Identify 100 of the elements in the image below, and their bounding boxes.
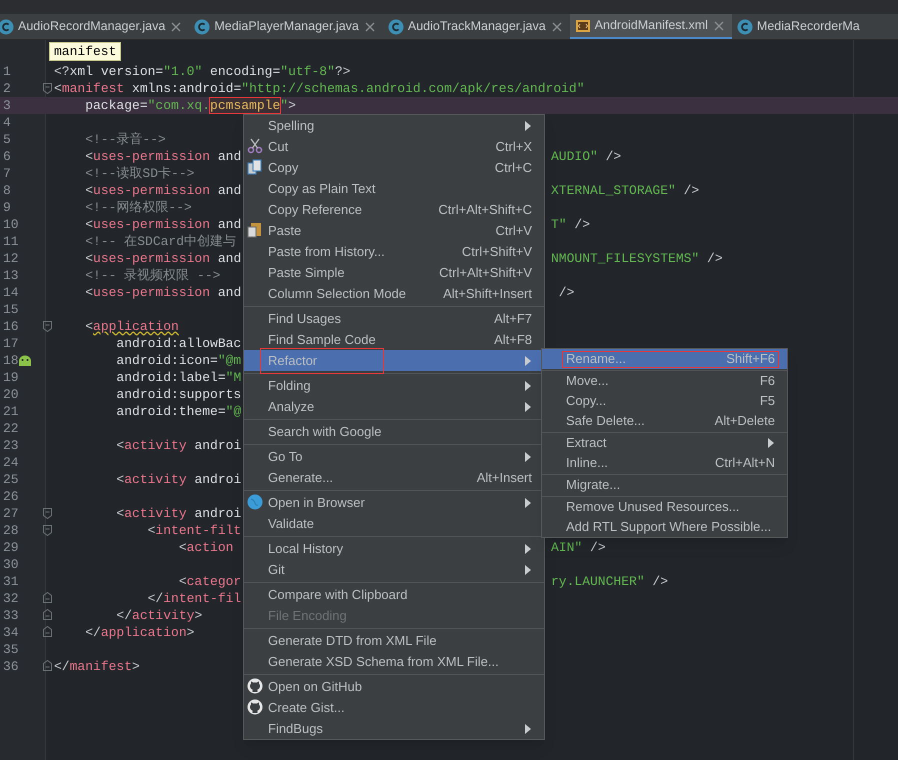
code-line: <application (84, 318, 179, 336)
line-number: 16 (2, 318, 19, 336)
paste-icon (247, 222, 263, 238)
code-line: android:theme="@ (115, 402, 242, 421)
submenu-arrow-icon (525, 498, 531, 508)
menu-item[interactable]: Find Sample Code Alt+F8 (244, 329, 544, 350)
menu-item[interactable]: Open on GitHub (244, 676, 544, 697)
close-icon (714, 20, 724, 30)
menu-item[interactable]: Column Selection Mode Alt+Shift+Insert (244, 283, 544, 304)
menu-item[interactable]: Create Gist... (244, 697, 544, 718)
close-icon (552, 22, 562, 32)
editor-tab[interactable]: MediaPlayerManager.java (189, 14, 383, 39)
code-line: <activity androi (115, 504, 242, 523)
code-line: <activity androi (115, 436, 242, 455)
line-number: 21 (2, 402, 19, 421)
line-number: 24 (2, 454, 19, 472)
code-fragment: NMOUNT_FILESYSTEMS" /> (551, 250, 723, 268)
code-line: <categor (178, 572, 242, 591)
tooltip: manifest (49, 42, 122, 61)
menu-item[interactable]: Paste Simple Ctrl+Alt+Shift+V (244, 262, 544, 283)
fold-icon (43, 525, 52, 536)
menu-item[interactable]: Spelling (244, 115, 544, 136)
line-number: 20 (2, 386, 19, 404)
menu-item[interactable]: Paste from History... Ctrl+Shift+V (244, 241, 544, 262)
line-number: 35 (2, 640, 19, 659)
code-line: <?xml version="1.0" encoding="utf-8"?> (54, 62, 350, 81)
menu-item[interactable]: Local History (244, 538, 544, 559)
menu-item[interactable]: Find Usages Alt+F7 (244, 308, 544, 329)
line-number: 32 (2, 590, 19, 608)
line-number: 27 (2, 504, 19, 523)
menu-item[interactable]: Copy Reference Ctrl+Alt+Shift+C (244, 199, 544, 220)
menu-item[interactable]: Copy as Plain Text (244, 178, 544, 199)
code-fragment: T" /> (551, 216, 590, 234)
code-line: <uses-permission and (84, 284, 242, 302)
line-number: 1 (2, 62, 11, 81)
fold-icon (43, 508, 52, 519)
code-line: package="com.xq.pcmsample"> (84, 96, 296, 115)
submenu-arrow-icon (525, 724, 531, 734)
line-number: 9 (2, 198, 11, 217)
editor-tab[interactable]: MediaRecorderMa (732, 14, 868, 39)
menu-item[interactable]: Extract (542, 433, 787, 453)
menu-item[interactable]: Copy Ctrl+C (244, 157, 544, 178)
code-fragment: AUDIO" /> (551, 148, 622, 166)
line-number: 10 (2, 216, 19, 234)
fold-icon (43, 626, 52, 637)
submenu-arrow-icon (525, 564, 531, 574)
xml-file-icon (574, 18, 591, 34)
class-icon (194, 18, 210, 34)
menu-item[interactable]: Validate (244, 513, 544, 534)
fold-icon (43, 83, 52, 94)
menu-item[interactable]: Move... F6 (542, 371, 787, 391)
menu-item[interactable]: Safe Delete... Alt+Delete (542, 411, 787, 431)
editor-tab[interactable]: AndroidManifest.xml (570, 14, 732, 39)
code-line: <action (178, 538, 234, 557)
code-line: <uses-permission and (84, 148, 242, 166)
menu-item[interactable]: Search with Google (244, 421, 544, 442)
menu-item[interactable]: Inline... Ctrl+Alt+N (542, 453, 787, 473)
line-number: 13 (2, 266, 19, 285)
menu-item[interactable]: Analyze (244, 396, 544, 417)
menu-item[interactable]: Cut Ctrl+X (244, 136, 544, 157)
line-number: 28 (2, 522, 19, 540)
line-number: 19 (2, 368, 19, 387)
editor-tab[interactable]: AudioRecordManager.java (0, 14, 190, 39)
code-line: android:label="M (115, 368, 242, 387)
menu-item[interactable]: Paste Ctrl+V (244, 220, 544, 241)
menu-item[interactable]: Add RTL Support Where Possible... (542, 517, 787, 537)
close-icon (171, 22, 182, 32)
code-line: <manifest xmlns:android="http://schemas.android.com/apk/res/android" (54, 80, 585, 98)
menu-item[interactable]: Generate DTD from XML File (244, 630, 544, 651)
code-line: <uses-permission and (84, 250, 242, 268)
menu-item[interactable]: Migrate... (542, 475, 787, 495)
code-line: <intent-filt (146, 522, 242, 540)
line-number: 7 (2, 164, 11, 183)
menu-item[interactable]: Folding (244, 375, 544, 396)
menu-item[interactable]: Generate XSD Schema from XML File... (244, 651, 544, 672)
line-number: 4 (2, 114, 11, 132)
menu-item[interactable]: FindBugs (244, 718, 544, 739)
code-line: android:icon="@m (115, 352, 242, 370)
submenu-arrow-icon (525, 544, 531, 554)
menu-item[interactable]: Remove Unused Resources... (542, 497, 787, 517)
menu-item[interactable]: Compare with Clipboard (244, 584, 544, 605)
copy-icon (247, 159, 263, 175)
menu-item[interactable]: Open in Browser (244, 492, 544, 513)
submenu-arrow-icon (525, 452, 531, 462)
fold-icon (43, 321, 52, 332)
code-line: <!-- 在SDCard中创建与 (84, 232, 236, 251)
editor-tab[interactable]: AudioTrackManager.java (382, 14, 570, 39)
line-number: 5 (2, 130, 11, 149)
code-line: android:allowBac (115, 334, 242, 353)
menu-item[interactable]: Go To (244, 446, 544, 467)
menu-item[interactable]: Git (244, 559, 544, 580)
code-line: </application> (84, 624, 194, 642)
line-number: 6 (2, 148, 11, 166)
code-fragment: /> (558, 284, 574, 302)
close-icon (364, 22, 375, 32)
line-number: 26 (2, 488, 19, 506)
code-fragment: AIN" /> (551, 538, 606, 557)
github-icon (247, 699, 263, 715)
menu-item[interactable]: Generate... Alt+Insert (244, 467, 544, 488)
menu-item[interactable]: Copy... F5 (542, 391, 787, 411)
